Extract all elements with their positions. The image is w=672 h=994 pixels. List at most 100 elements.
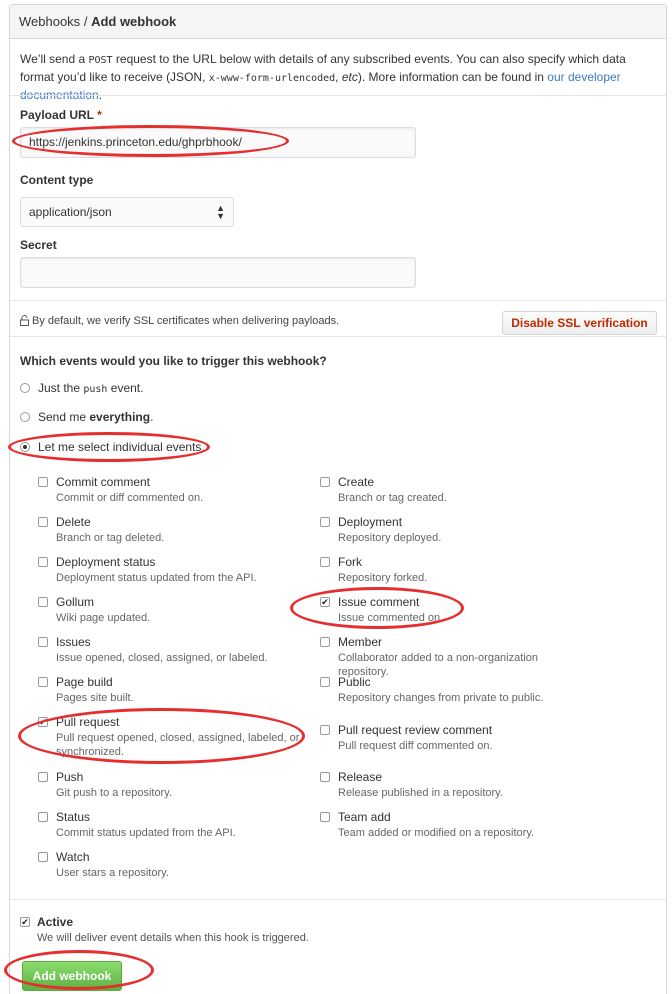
event-name: Member <box>338 635 383 649</box>
disable-ssl-button[interactable]: Disable SSL verification <box>502 311 657 335</box>
event-checkbox[interactable] <box>38 477 48 487</box>
event-name: Delete <box>56 515 91 529</box>
event-description: Pages site built. <box>56 692 134 704</box>
event-name: Deployment <box>338 515 403 529</box>
event-checkbox[interactable] <box>38 852 48 862</box>
event-name: Status <box>56 810 91 824</box>
event-name: Page build <box>56 675 113 689</box>
event-name: Team add <box>338 810 391 824</box>
webhook-form-panel: Webhooks / Add webhook We’ll send a POST… <box>9 4 667 994</box>
event-name: Issue comment <box>338 595 420 609</box>
event-description: Pull request opened, closed, assigned, l… <box>56 732 300 758</box>
event-checkbox[interactable] <box>320 772 330 782</box>
radio-label: Send me <box>38 410 90 424</box>
event-description: Repository deployed. <box>338 532 442 544</box>
event-name: Public <box>338 675 371 689</box>
radio-select-individual[interactable]: Let me select individual events. <box>20 440 205 454</box>
radio-button[interactable] <box>20 412 30 422</box>
event-checkbox[interactable] <box>320 812 330 822</box>
breadcrumb-separator: / <box>83 14 88 29</box>
breadcrumb-webhooks-link[interactable]: Webhooks <box>19 14 80 29</box>
event-name: Create <box>338 475 375 489</box>
divider <box>10 899 666 900</box>
event-description: Pull request diff commented on. <box>338 740 493 752</box>
event-checkbox[interactable] <box>38 812 48 822</box>
intro-code-post: POST <box>88 55 113 66</box>
radio-button-selected[interactable] <box>20 442 30 452</box>
intro-part: ). More information can be found in <box>357 70 548 84</box>
event-checkbox[interactable] <box>38 557 48 567</box>
event-name: Fork <box>338 555 362 569</box>
active-checkbox[interactable]: ✔ <box>20 917 30 927</box>
radio-label: Let me select individual events. <box>38 440 205 454</box>
event-description: Collaborator added to a non-organization… <box>338 652 538 678</box>
event-checkbox[interactable] <box>38 637 48 647</box>
event-description: Branch or tag created. <box>338 492 447 504</box>
secret-label: Secret <box>20 238 57 252</box>
divider <box>10 336 666 337</box>
radio-label: Just the <box>38 381 84 395</box>
add-webhook-button[interactable]: Add webhook <box>22 961 122 991</box>
event-description: Wiki page updated. <box>56 612 151 624</box>
event-checkbox[interactable]: ✔ <box>320 597 330 607</box>
required-mark: * <box>97 108 102 122</box>
event-name: Pull request review comment <box>338 723 493 737</box>
events-question: Which events would you like to trigger t… <box>20 354 327 368</box>
radio-push-only[interactable]: Just the push event. <box>20 381 143 395</box>
breadcrumb: Webhooks / Add webhook <box>10 5 666 39</box>
ssl-note-text: By default, we verify SSL certificates w… <box>32 315 340 327</box>
event-description: Release published in a repository. <box>338 787 503 799</box>
divider <box>10 95 666 96</box>
event-description: Deployment status updated from the API. <box>56 572 257 584</box>
event-checkbox[interactable] <box>38 597 48 607</box>
intro-etc: etc <box>341 70 358 84</box>
radio-everything[interactable]: Send me everything. <box>20 410 153 424</box>
content-type-value: application/json <box>29 205 112 219</box>
secret-input[interactable] <box>20 257 416 288</box>
event-checkbox[interactable] <box>38 772 48 782</box>
payload-url-label-text: Payload URL <box>20 108 94 122</box>
event-name: Issues <box>56 635 91 649</box>
event-checkbox[interactable] <box>38 677 48 687</box>
event-checkbox[interactable] <box>320 517 330 527</box>
content-type-select[interactable]: application/json ▲ ▼ <box>20 197 234 227</box>
event-description: Commit or diff commented on. <box>56 492 204 504</box>
radio-label: . <box>150 410 154 424</box>
event-description: Issue commented on. <box>338 612 444 624</box>
select-arrows-icon: ▲ ▼ <box>216 203 225 221</box>
event-checkbox[interactable] <box>320 637 330 647</box>
event-name: Commit comment <box>56 475 151 489</box>
intro-part: , <box>335 70 342 84</box>
event-checkbox[interactable]: ✔ <box>38 717 48 727</box>
divider <box>10 300 666 301</box>
event-name: Pull request <box>56 715 120 729</box>
event-description: Repository changes from private to publi… <box>338 692 544 704</box>
event-description: Branch or tag deleted. <box>56 532 165 544</box>
event-name: Push <box>56 770 84 784</box>
active-description: We will deliver event details when this … <box>37 932 309 944</box>
content-type-label: Content type <box>20 173 94 187</box>
page-title: Add webhook <box>91 14 177 29</box>
event-description: User stars a repository. <box>56 867 169 879</box>
event-name: Watch <box>56 850 90 864</box>
event-description: Commit status updated from the API. <box>56 827 236 839</box>
event-checkbox[interactable] <box>38 517 48 527</box>
radio-label: event. <box>107 381 144 395</box>
intro-part: We’ll send a <box>20 52 89 66</box>
event-checkbox[interactable] <box>320 557 330 567</box>
intro-code-form: x-www-form-urlencoded <box>208 73 336 84</box>
event-checkbox[interactable] <box>320 477 330 487</box>
radio-label-bold: everything <box>89 410 151 424</box>
event-name: Gollum <box>56 595 95 609</box>
payload-url-input[interactable]: https://jenkins.princeton.edu/ghprbhook/ <box>20 127 416 158</box>
unlock-icon <box>20 315 29 326</box>
event-name: Deployment status <box>56 555 156 569</box>
event-checkbox[interactable] <box>320 725 330 735</box>
ssl-note: By default, we verify SSL certificates w… <box>20 315 339 327</box>
event-description: Issue opened, closed, assigned, or label… <box>56 652 268 664</box>
payload-url-label: Payload URL * <box>20 108 102 122</box>
radio-button[interactable] <box>20 383 30 393</box>
active-label: Active <box>37 915 74 929</box>
event-checkbox[interactable] <box>320 677 330 687</box>
event-name: Release <box>338 770 383 784</box>
